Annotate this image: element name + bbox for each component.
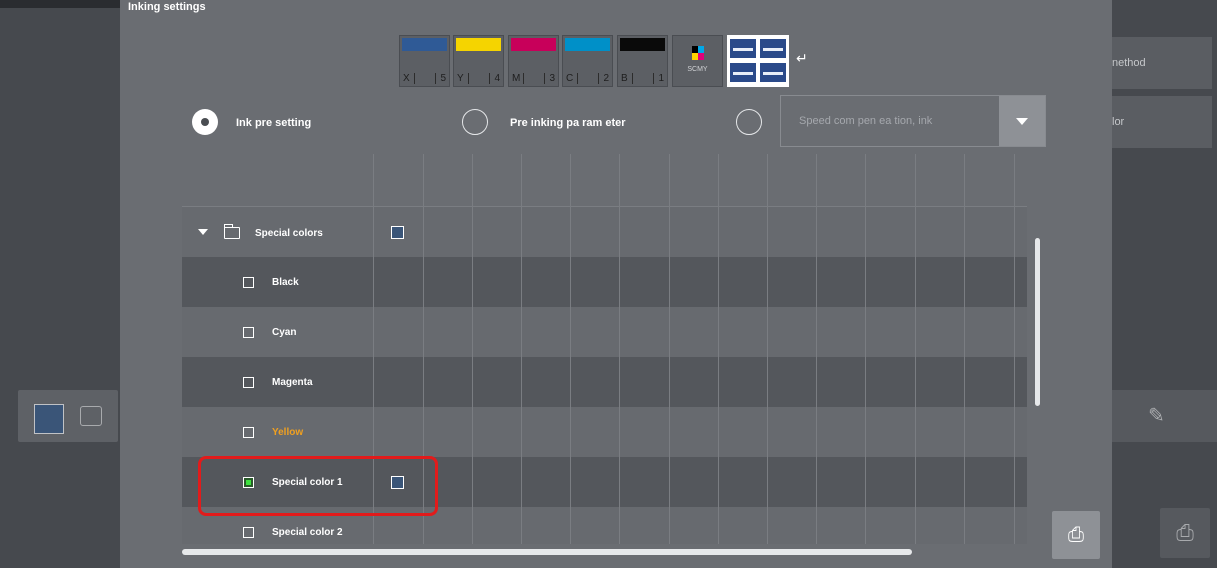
scmy-button[interactable]: SCMY (672, 35, 723, 87)
scmy-icon (692, 46, 704, 60)
ink-separator (653, 73, 654, 84)
ink-separator (577, 73, 578, 84)
dropdown-value: Speed com pen ea tion, ink (799, 115, 933, 127)
column-divider (767, 154, 768, 544)
row-label: Yellow (272, 427, 304, 438)
ink-unit-button[interactable]: C2 (562, 35, 613, 87)
ink-separator (598, 73, 599, 84)
ink-unit-button[interactable]: Y4 (453, 35, 504, 87)
preinking-radio[interactable] (462, 109, 488, 135)
ink-number: 4 (494, 73, 500, 84)
ink-unit-button[interactable]: B1 (617, 35, 668, 87)
ink-number: 2 (603, 73, 609, 84)
column-divider (472, 154, 473, 544)
ink-separator (523, 73, 524, 84)
vertical-scrollbar[interactable] (1035, 238, 1040, 406)
speed-compensation-dropdown[interactable]: Speed com pen ea tion, ink (780, 95, 1046, 147)
tree-row[interactable]: Yellow (182, 407, 1027, 457)
ink-letter: X (403, 73, 410, 84)
row-checkbox[interactable] (243, 327, 254, 338)
ink-unit-button[interactable]: M3 (508, 35, 559, 87)
print-button[interactable]: ⎙ (1052, 511, 1100, 559)
folder-icon (223, 224, 240, 239)
column-divider (570, 154, 571, 544)
row-label: Cyan (272, 327, 297, 338)
ink-separator (435, 73, 436, 84)
ink-number: 1 (658, 73, 664, 84)
swap-icon[interactable]: ↵ (796, 50, 808, 67)
tree-row[interactable]: Cyan (182, 307, 1027, 357)
ink-letter: M (512, 73, 521, 84)
column-divider (816, 154, 817, 544)
column-divider (964, 154, 965, 544)
column-divider (1014, 154, 1015, 544)
ink-number: 3 (549, 73, 555, 84)
ink-presetting-radio[interactable] (192, 109, 218, 135)
speed-compensation-radio[interactable] (736, 109, 762, 135)
column-divider (521, 154, 522, 544)
preview-cell (760, 39, 786, 58)
column-divider (915, 154, 916, 544)
group-color-checkbox[interactable] (391, 226, 404, 239)
group-row[interactable]: Special colors (182, 207, 1027, 257)
color-button[interactable]: lor (1112, 96, 1212, 148)
ink-letter: Y (457, 73, 464, 84)
highlight-box (198, 456, 438, 516)
row-label: Special color 2 (272, 527, 343, 538)
ink-color-bar (402, 38, 447, 51)
preview-cell (760, 63, 786, 82)
scmy-label: SCMY (687, 66, 708, 73)
print-sheet-preview[interactable] (727, 35, 789, 87)
background-left-panel (0, 0, 120, 568)
chevron-down-icon[interactable] (999, 96, 1045, 146)
tree-row[interactable]: Magenta (182, 357, 1027, 407)
eyedropper-icon[interactable]: ✎ (1148, 404, 1172, 428)
row-checkbox[interactable] (243, 427, 254, 438)
ink-unit-button[interactable]: X5 (399, 35, 450, 87)
horizontal-scrollbar[interactable] (182, 549, 912, 555)
color-swatch[interactable] (34, 404, 64, 434)
preinking-label: Pre inking pa ram eter (510, 117, 626, 129)
printer-icon[interactable]: ⎙ (1160, 508, 1210, 558)
preview-cell (730, 63, 756, 82)
ink-separator (414, 73, 415, 84)
method-button-label: nethod (1112, 57, 1146, 69)
ink-separator (489, 73, 490, 84)
ink-presetting-label: Ink pre setting (236, 117, 312, 129)
row-checkbox[interactable] (243, 277, 254, 288)
row-label: Magenta (272, 377, 313, 388)
column-divider (619, 154, 620, 544)
color-button-label: lor (1112, 116, 1125, 128)
ink-separator (468, 73, 469, 84)
ink-color-bar (620, 38, 665, 51)
ink-color-bar (565, 38, 610, 51)
ink-color-bar (456, 38, 501, 51)
left-color-widget (18, 390, 118, 442)
ink-color-bar (511, 38, 556, 51)
row-checkbox[interactable] (243, 527, 254, 538)
ink-letter: C (566, 73, 574, 84)
preview-cell (730, 39, 756, 58)
monitor-icon[interactable] (80, 406, 102, 426)
expand-triangle-icon[interactable] (198, 229, 208, 235)
dialog-title: Inking settings (120, 0, 1112, 22)
background-left-bar (0, 0, 120, 8)
tree-row[interactable]: Black (182, 257, 1027, 307)
group-label: Special colors (255, 228, 323, 239)
column-divider (865, 154, 866, 544)
method-button[interactable]: nethod (1112, 37, 1212, 89)
ink-separator (544, 73, 545, 84)
ink-number: 5 (440, 73, 446, 84)
ink-separator (632, 73, 633, 84)
row-label: Black (272, 277, 299, 288)
column-divider (718, 154, 719, 544)
ink-letter: B (621, 73, 628, 84)
column-divider (669, 154, 670, 544)
row-checkbox[interactable] (243, 377, 254, 388)
